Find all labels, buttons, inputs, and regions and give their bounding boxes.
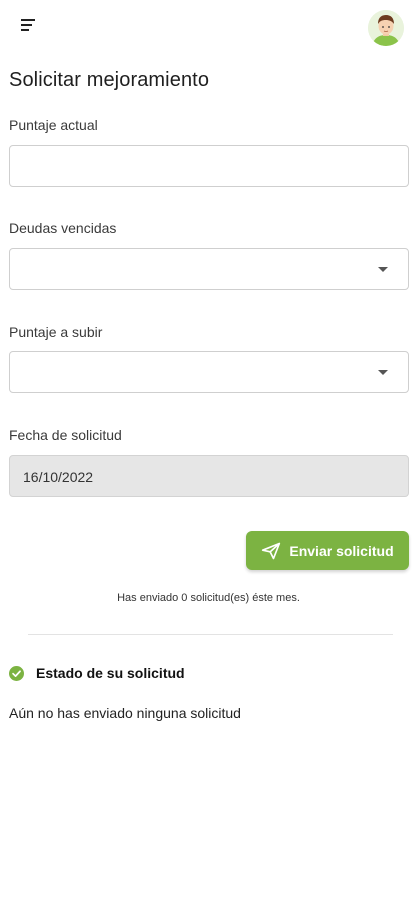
send-icon bbox=[261, 541, 281, 561]
user-avatar[interactable] bbox=[368, 10, 404, 46]
send-request-button[interactable]: Enviar solicitud bbox=[246, 531, 409, 570]
status-message: Aún no has enviado ninguna solicitud bbox=[9, 705, 241, 721]
menu-icon[interactable] bbox=[18, 16, 40, 36]
send-request-label: Enviar solicitud bbox=[289, 542, 394, 559]
dropdown-arrow-icon bbox=[378, 267, 388, 272]
current-score-label: Puntaje actual bbox=[9, 117, 98, 133]
request-date-value: 16/10/2022 bbox=[23, 469, 94, 485]
current-score-input[interactable] bbox=[10, 146, 408, 186]
top-app-bar bbox=[0, 0, 417, 58]
overdue-debts-select[interactable] bbox=[9, 248, 409, 290]
divider bbox=[28, 634, 393, 635]
check-circle-icon bbox=[9, 666, 24, 681]
overdue-debts-label: Deudas vencidas bbox=[9, 220, 117, 236]
request-date-field: 16/10/2022 bbox=[9, 455, 409, 497]
score-to-raise-select[interactable] bbox=[9, 351, 409, 393]
score-to-raise-label: Puntaje a subir bbox=[9, 324, 103, 340]
request-date-label: Fecha de solicitud bbox=[9, 427, 122, 443]
page-title: Solicitar mejoramiento bbox=[9, 69, 210, 91]
status-title: Estado de su solicitud bbox=[36, 665, 185, 681]
dropdown-arrow-icon bbox=[378, 370, 388, 375]
sent-count-text: Has enviado 0 solicitud(es) éste mes. bbox=[117, 592, 300, 604]
current-score-field[interactable] bbox=[9, 145, 409, 187]
